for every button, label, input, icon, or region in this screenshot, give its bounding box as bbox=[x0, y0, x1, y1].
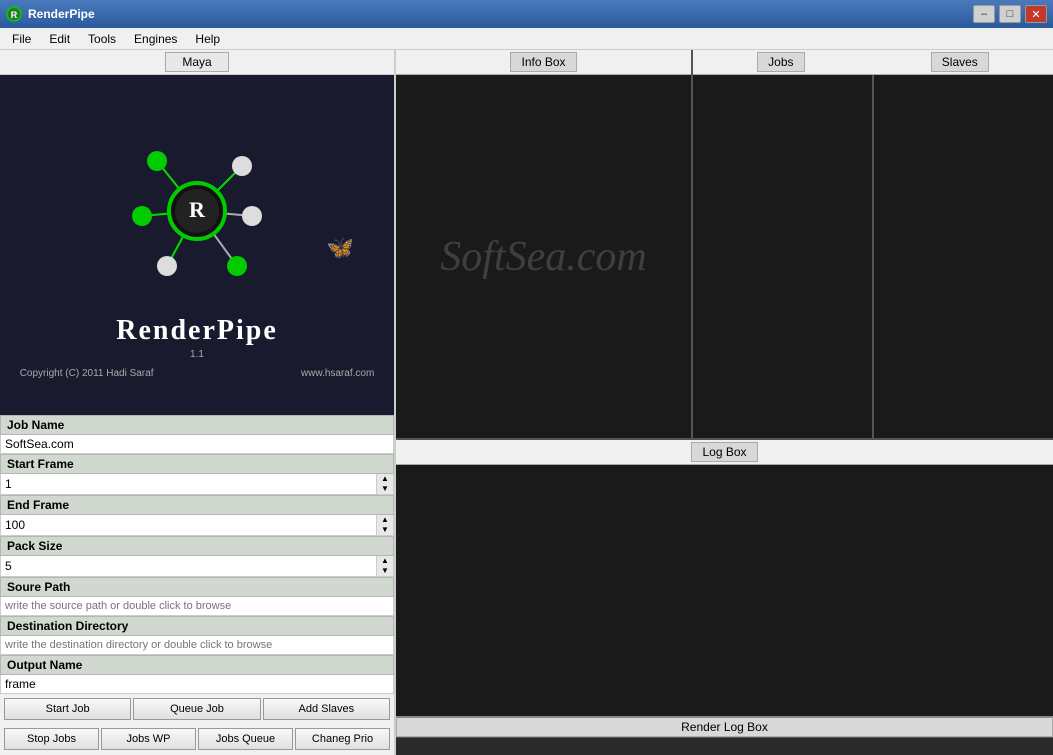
maya-tab[interactable]: Maya bbox=[165, 52, 228, 72]
change-prio-button[interactable]: Chaneg Prio bbox=[295, 728, 390, 750]
pack-size-spinner: ▲ ▼ bbox=[0, 556, 394, 577]
menu-edit[interactable]: Edit bbox=[41, 30, 78, 48]
slaves-label: Slaves bbox=[931, 52, 989, 72]
menu-file[interactable]: File bbox=[4, 30, 39, 48]
end-frame-down[interactable]: ▼ bbox=[377, 525, 393, 535]
output-name-input[interactable] bbox=[0, 675, 394, 694]
logo-svg: R bbox=[97, 111, 297, 311]
title-controls: – □ ✕ bbox=[973, 5, 1047, 23]
info-box-content: SoftSea.com bbox=[396, 75, 691, 438]
jobs-column bbox=[693, 75, 874, 438]
pack-size-label: Pack Size bbox=[0, 536, 394, 556]
dest-dir-input[interactable] bbox=[0, 636, 394, 655]
end-frame-label: End Frame bbox=[0, 495, 394, 515]
dest-dir-label: Destination Directory bbox=[0, 616, 394, 636]
start-frame-arrows: ▲ ▼ bbox=[376, 474, 393, 494]
logo-version: 1.1 bbox=[190, 349, 204, 360]
bottom-scrollbar[interactable] bbox=[396, 737, 1053, 755]
jobs-slaves-content bbox=[693, 75, 1053, 438]
pack-size-down[interactable]: ▼ bbox=[377, 566, 393, 576]
output-name-label: Output Name bbox=[0, 655, 394, 675]
maximize-button[interactable]: □ bbox=[999, 5, 1021, 23]
copyright-text: Copyright (C) 2011 Hadi Saraf bbox=[20, 368, 154, 379]
maya-tab-area: Maya bbox=[0, 50, 394, 75]
buttons-row-2: Stop Jobs Jobs WP Jobs Queue Chaneg Prio bbox=[0, 724, 394, 754]
end-frame-up[interactable]: ▲ bbox=[377, 515, 393, 525]
right-bottom: Log Box Render Log Box bbox=[396, 440, 1053, 755]
jobs-wp-button[interactable]: Jobs WP bbox=[101, 728, 196, 750]
end-frame-spinner: ▲ ▼ bbox=[0, 515, 394, 536]
end-frame-input[interactable] bbox=[1, 515, 376, 535]
svg-text:R: R bbox=[189, 197, 206, 222]
app-icon: R bbox=[6, 6, 22, 22]
window-title: RenderPipe bbox=[28, 7, 95, 21]
start-frame-spinner: ▲ ▼ bbox=[0, 474, 394, 495]
svg-text:R: R bbox=[11, 10, 18, 20]
website-text: www.hsaraf.com bbox=[301, 368, 374, 379]
log-box-content bbox=[396, 465, 1053, 716]
log-box-label: Log Box bbox=[691, 442, 757, 462]
right-top: Info Box SoftSea.com Jobs Slaves bbox=[396, 50, 1053, 440]
form-area: Job Name Start Frame ▲ ▼ End Frame ▲ ▼ bbox=[0, 415, 394, 755]
source-path-label: Soure Path bbox=[0, 577, 394, 597]
buttons-row-1: Start Job Queue Job Add Slaves bbox=[0, 694, 394, 724]
main-content: Maya R bbox=[0, 50, 1053, 755]
end-frame-arrows: ▲ ▼ bbox=[376, 515, 393, 535]
start-frame-input[interactable] bbox=[1, 474, 376, 494]
jobs-label: Jobs bbox=[757, 52, 804, 72]
watermark: SoftSea.com bbox=[440, 233, 646, 281]
start-job-button[interactable]: Start Job bbox=[4, 698, 131, 720]
source-path-input[interactable] bbox=[0, 597, 394, 616]
start-frame-down[interactable]: ▼ bbox=[377, 484, 393, 494]
add-slaves-button[interactable]: Add Slaves bbox=[263, 698, 390, 720]
pack-size-up[interactable]: ▲ bbox=[377, 556, 393, 566]
menu-bar: File Edit Tools Engines Help bbox=[0, 28, 1053, 50]
right-panel: Info Box SoftSea.com Jobs Slaves bbox=[396, 50, 1053, 755]
logo-text: RenderPipe bbox=[116, 315, 278, 347]
start-frame-up[interactable]: ▲ bbox=[377, 474, 393, 484]
title-bar-left: R RenderPipe bbox=[6, 6, 95, 22]
pack-size-input[interactable] bbox=[1, 556, 376, 576]
butterfly-decoration: 🦋 bbox=[327, 235, 354, 261]
menu-help[interactable]: Help bbox=[187, 30, 228, 48]
render-log-bar: Render Log Box bbox=[396, 716, 1053, 737]
queue-job-button[interactable]: Queue Job bbox=[133, 698, 260, 720]
job-name-label: Job Name bbox=[0, 415, 394, 435]
info-box-area: Info Box SoftSea.com bbox=[396, 50, 693, 438]
logo-copyright: Copyright (C) 2011 Hadi Saraf www.hsaraf… bbox=[20, 368, 375, 379]
slaves-column bbox=[874, 75, 1053, 438]
close-button[interactable]: ✕ bbox=[1025, 5, 1047, 23]
render-log-label: Render Log Box bbox=[681, 720, 768, 734]
info-box-header-row: Info Box bbox=[396, 50, 691, 75]
pack-size-arrows: ▲ ▼ bbox=[376, 556, 393, 576]
menu-engines[interactable]: Engines bbox=[126, 30, 185, 48]
log-box-header-row: Log Box bbox=[396, 440, 1053, 465]
jobs-slaves-header: Jobs Slaves bbox=[693, 50, 1053, 75]
menu-tools[interactable]: Tools bbox=[80, 30, 124, 48]
log-box-area: Log Box bbox=[396, 440, 1053, 716]
start-frame-label: Start Frame bbox=[0, 454, 394, 474]
title-bar: R RenderPipe – □ ✕ bbox=[0, 0, 1053, 28]
info-box-label: Info Box bbox=[510, 52, 576, 72]
logo-area: R RenderPipe 1.1 🦋 Copyright (C) 2011 Ha… bbox=[0, 75, 394, 415]
jobs-slaves-area: Jobs Slaves bbox=[693, 50, 1053, 438]
stop-jobs-button[interactable]: Stop Jobs bbox=[4, 728, 99, 750]
jobs-queue-button[interactable]: Jobs Queue bbox=[198, 728, 293, 750]
left-panel: Maya R bbox=[0, 50, 396, 755]
job-name-input[interactable] bbox=[0, 435, 394, 454]
minimize-button[interactable]: – bbox=[973, 5, 995, 23]
